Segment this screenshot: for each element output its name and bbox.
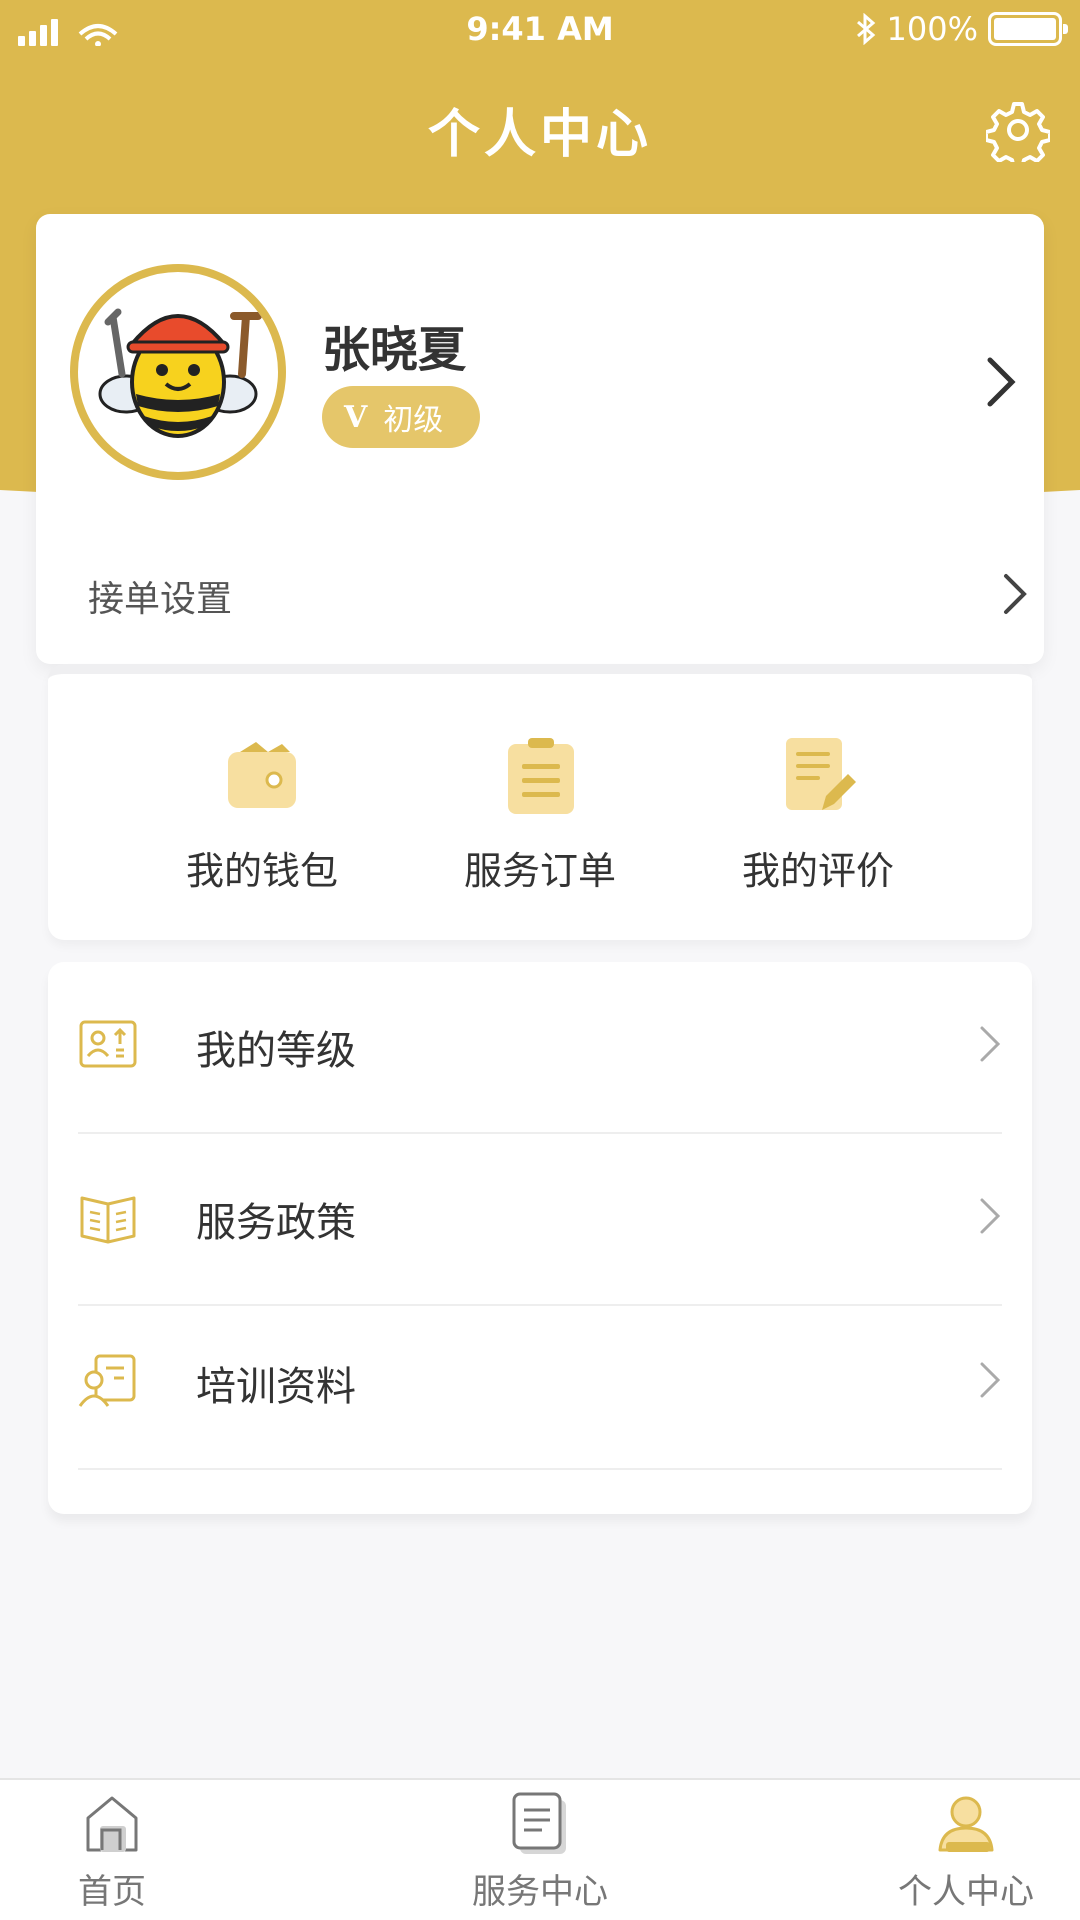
- tab-bar: 首页 服务中心 个人中心: [0, 1778, 1080, 1920]
- page-title: 个人中心: [427, 105, 652, 165]
- quick-action-wallet[interactable]: 我的钱包: [152, 734, 372, 904]
- gear-icon[interactable]: [986, 98, 1050, 162]
- tab-profile[interactable]: 个人中心: [866, 1792, 1066, 1920]
- tab-service-center[interactable]: 服务中心: [440, 1792, 640, 1920]
- bluetooth-icon: [856, 13, 875, 45]
- chevron-right-icon: [980, 1198, 1001, 1234]
- document-icon: [512, 1792, 566, 1854]
- level-card-icon: [79, 1020, 137, 1068]
- quick-actions-card: 我的钱包 服务订单 我的评价: [48, 664, 1032, 940]
- status-bar: 9:41 AM 100%: [0, 0, 1080, 58]
- clipboard-icon: [508, 738, 574, 814]
- training-icon: [78, 1354, 136, 1407]
- review-edit-icon: [786, 738, 856, 810]
- menu-item-my-level[interactable]: 我的等级: [78, 962, 1002, 1134]
- user-name: 张晓夏: [322, 322, 467, 378]
- tab-label: 个人中心: [898, 1872, 1034, 1912]
- menu-list: 我的等级 服务政策 培训资料: [48, 962, 1032, 1514]
- profile-card[interactable]: 张晓夏 V 初级 接单设置: [36, 214, 1044, 664]
- menu-item-label: 我的等级: [196, 1028, 356, 1074]
- battery-icon: [988, 12, 1068, 46]
- quick-action-reviews[interactable]: 我的评价: [708, 734, 928, 904]
- wallet-icon: [228, 742, 296, 808]
- menu-item-training[interactable]: 培训资料: [78, 1306, 1002, 1470]
- menu-item-label: 服务政策: [196, 1200, 356, 1246]
- quick-action-label: 服务订单: [463, 849, 616, 893]
- level-text: 初级: [383, 403, 444, 438]
- policy-book-icon: [80, 1196, 136, 1244]
- quick-action-label: 我的钱包: [185, 849, 338, 893]
- tab-label: 首页: [78, 1872, 146, 1912]
- tab-label: 服务中心: [472, 1872, 608, 1912]
- avatar[interactable]: [70, 264, 286, 480]
- bee-mascot-icon: [98, 308, 262, 438]
- vip-mark: V: [344, 399, 368, 435]
- home-icon: [86, 1796, 138, 1852]
- user-icon: [938, 1796, 994, 1852]
- order-setting-label: 接单设置: [88, 579, 233, 620]
- chevron-right-icon: [980, 1362, 1001, 1398]
- tab-home[interactable]: 首页: [12, 1792, 212, 1920]
- level-badge[interactable]: V 初级: [322, 386, 480, 448]
- chevron-right-icon: [980, 1026, 1001, 1062]
- quick-action-label: 我的评价: [741, 849, 894, 893]
- quick-action-orders[interactable]: 服务订单: [430, 734, 650, 904]
- chevron-right-icon: [1004, 574, 1027, 614]
- chevron-right-icon[interactable]: [984, 354, 1018, 410]
- menu-item-label: 培训资料: [196, 1364, 356, 1410]
- order-setting-row[interactable]: 接单设置: [88, 558, 1028, 634]
- menu-item-service-policy[interactable]: 服务政策: [78, 1134, 1002, 1306]
- battery-percent: 100%: [886, 10, 978, 48]
